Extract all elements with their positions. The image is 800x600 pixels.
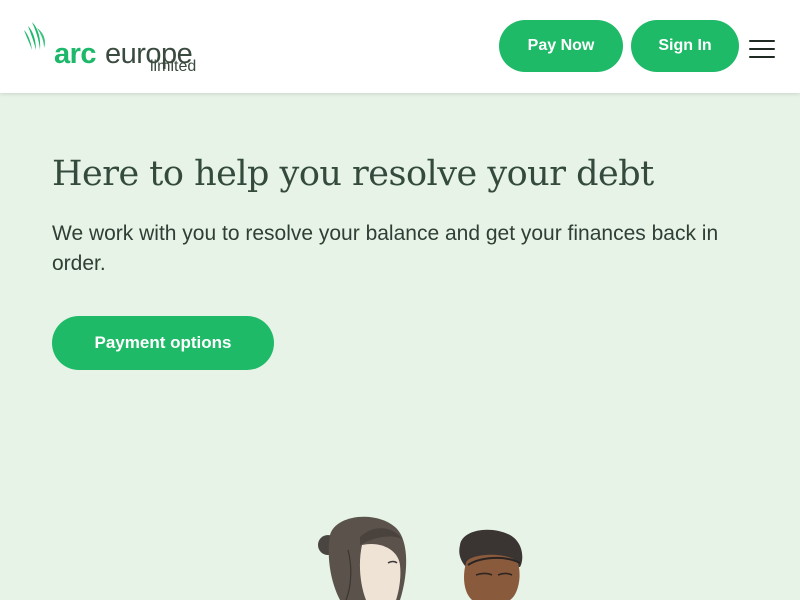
site-header: arc europe limited Pay Now Sign In [0,0,800,93]
hero-title: Here to help you resolve your debt [52,154,654,194]
menu-line [749,48,775,50]
sign-in-button[interactable]: Sign In [631,20,739,72]
logo-text-arc: arc [54,38,97,70]
hero-subtitle: We work with you to resolve your balance… [52,222,719,275]
arceurope-logo[interactable]: arc europe limited [22,20,212,78]
pay-now-button[interactable]: Pay Now [499,20,623,72]
woman-figure [318,516,407,600]
payment-options-button[interactable]: Payment options [52,316,274,370]
man-figure [459,529,523,600]
arc-leaf-logo-icon [24,22,46,50]
menu-line [749,40,775,42]
menu-line [749,56,775,58]
logo-text-limited: limited [150,58,197,75]
hamburger-menu-icon[interactable] [749,38,777,60]
people-illustration [318,516,523,600]
